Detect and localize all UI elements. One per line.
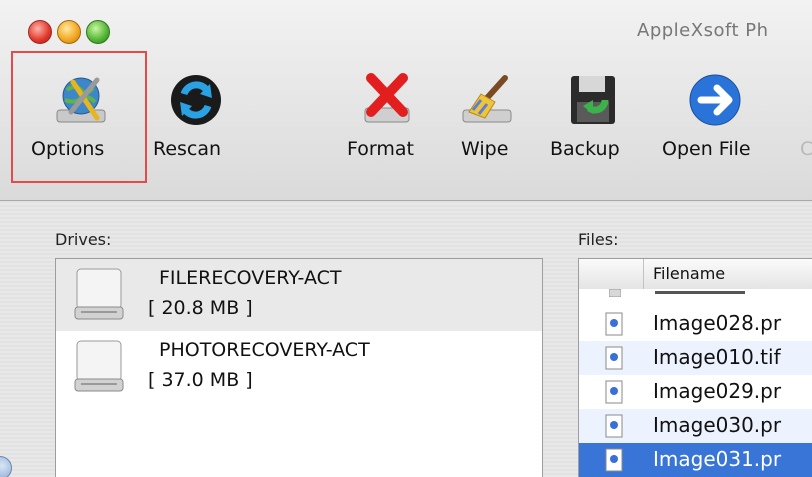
format-drive-x-icon xyxy=(364,73,410,123)
wipe-brush-icon xyxy=(462,75,512,123)
toolbar-cutoff-label: C xyxy=(800,138,812,160)
minimize-window-button[interactable] xyxy=(57,20,81,44)
drives-list[interactable]: FILERECOVERY-ACT [ 20.8 MB ] PHOTORECOVE… xyxy=(55,258,543,477)
drive-name: PHOTORECOVERY-ACT xyxy=(159,339,370,361)
table-row[interactable]: Image030.pr xyxy=(579,409,812,443)
table-row[interactable]: Image028.pr xyxy=(579,307,812,341)
file-icon xyxy=(609,289,621,297)
wipe-label: Wipe xyxy=(461,138,509,160)
image-file-icon xyxy=(605,346,623,370)
files-table-header: Filename xyxy=(579,259,812,290)
window-title: AppleXsoft Ph xyxy=(637,20,769,41)
file-name: Image010.tif xyxy=(653,345,781,369)
app-window: AppleXsoft Ph Options Rescan Format Wipe… xyxy=(0,0,812,477)
file-name: Image031.pr xyxy=(653,447,782,471)
close-window-button[interactable] xyxy=(28,20,52,44)
image-file-icon xyxy=(605,380,623,404)
hard-drive-icon xyxy=(74,340,124,392)
table-row[interactable]: Image031.pr xyxy=(579,443,812,477)
file-name: Image028.pr xyxy=(653,311,782,335)
files-label: Files: xyxy=(578,230,619,249)
table-row[interactable]: Image029.pr xyxy=(579,375,812,409)
partial-text-fragment xyxy=(655,291,745,294)
drive-name: FILERECOVERY-ACT xyxy=(159,267,342,289)
format-label: Format xyxy=(347,138,414,160)
table-row[interactable]: Image010.tif xyxy=(579,341,812,375)
zoom-window-button[interactable] xyxy=(86,20,110,44)
image-file-icon xyxy=(605,448,623,472)
backup-floppy-icon xyxy=(571,76,615,124)
filename-column-header[interactable]: Filename xyxy=(653,264,725,283)
image-file-icon xyxy=(605,414,623,438)
open-file-label: Open File xyxy=(662,138,751,160)
drive-item[interactable]: PHOTORECOVERY-ACT [ 37.0 MB ] xyxy=(56,331,542,403)
options-highlight-box xyxy=(11,51,147,183)
file-name: Image030.pr xyxy=(653,413,782,437)
files-table[interactable]: Filename Image028.pr Image010.tif Image0… xyxy=(578,258,812,477)
image-file-icon xyxy=(605,312,623,336)
drive-size: [ 37.0 MB ] xyxy=(148,369,253,391)
toolbar: AppleXsoft Ph Options Rescan Format Wipe… xyxy=(0,0,812,201)
column-separator[interactable] xyxy=(643,259,644,289)
partial-table-row xyxy=(579,289,812,303)
backup-label: Backup xyxy=(550,138,620,160)
drive-item[interactable]: FILERECOVERY-ACT [ 20.8 MB ] xyxy=(56,259,542,331)
drives-label: Drives: xyxy=(55,230,112,249)
file-name: Image029.pr xyxy=(653,379,782,403)
open-file-arrow-icon xyxy=(689,74,741,126)
drive-size: [ 20.8 MB ] xyxy=(148,297,253,319)
rescan-arrows-icon xyxy=(171,75,221,125)
hard-drive-icon xyxy=(74,268,124,320)
rescan-label: Rescan xyxy=(153,138,222,160)
